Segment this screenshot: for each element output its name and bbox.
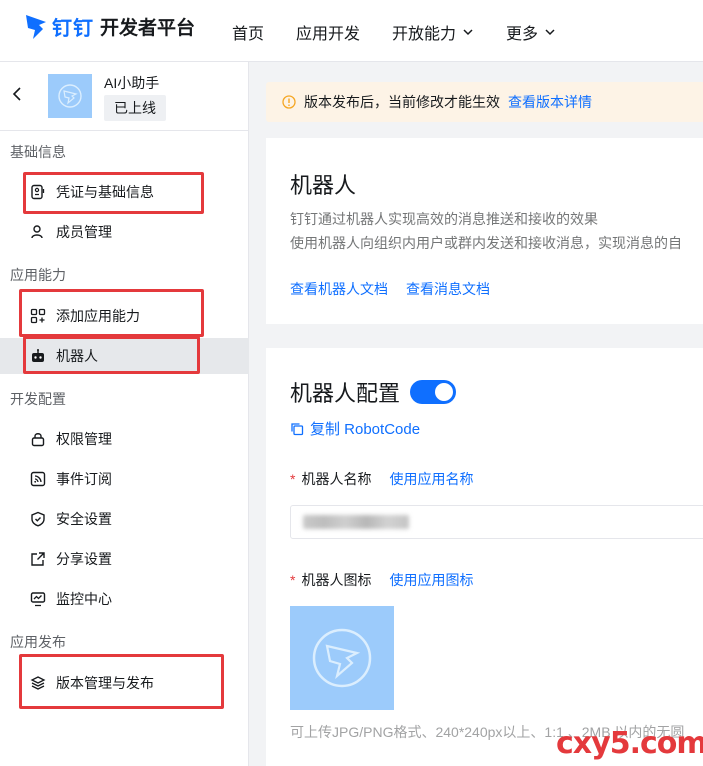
app-name: AI小助手	[104, 75, 160, 91]
copy-icon	[291, 422, 304, 435]
required-mark: *	[290, 471, 296, 487]
brand-name: 钉钉	[52, 18, 94, 40]
dingtalk-app-icon	[312, 628, 372, 688]
chevron-down-icon	[463, 29, 473, 36]
sidebar-item-label: 监控中心	[56, 591, 112, 607]
status-badge: 已上线	[104, 95, 166, 121]
chevron-down-icon	[545, 29, 555, 36]
robot-enable-toggle[interactable]	[410, 380, 457, 404]
robot-icon-upload[interactable]	[290, 606, 394, 710]
sidebar-item-versions[interactable]: 版本管理与发布	[0, 665, 249, 701]
view-version-link[interactable]: 查看版本详情	[508, 92, 592, 112]
sidebar-item-label: 机器人	[56, 348, 98, 364]
config-title-row: 机器人配置	[290, 376, 457, 408]
info-warning-icon	[282, 95, 296, 109]
required-mark: *	[290, 572, 296, 588]
nav-home[interactable]: 首页	[232, 20, 264, 44]
copy-label: 复制 RobotCode	[310, 421, 421, 438]
section-title: 机器人	[290, 173, 357, 198]
sidebar-item-monitor[interactable]: 监控中心	[0, 581, 249, 617]
robot-icon	[32, 349, 44, 362]
robot-docs-link[interactable]: 查看机器人文档	[290, 279, 388, 299]
blurred-value	[303, 515, 409, 529]
nav-app-dev[interactable]: 应用开发	[296, 20, 360, 44]
main-content: 版本发布后，当前修改才能生效 查看版本详情 机器人 钉钉通过机器人实现高效的消息…	[250, 62, 703, 766]
group-title-publish: 应用发布	[10, 634, 66, 650]
sidebar-item-security[interactable]: 安全设置	[0, 501, 249, 537]
shield-icon	[31, 511, 45, 527]
apps-add-icon	[30, 308, 46, 324]
doc-links: 查看机器人文档 查看消息文档	[290, 279, 490, 299]
sidebar-item-label: 添加应用能力	[56, 308, 140, 324]
robot-name-input[interactable]	[290, 505, 703, 539]
sidebar-item-permissions[interactable]: 权限管理	[0, 421, 249, 457]
message-docs-link[interactable]: 查看消息文档	[406, 279, 490, 299]
sidebar-item-label: 凭证与基础信息	[56, 184, 154, 200]
robot-icon-label-row: * 机器人图标 使用应用图标	[290, 570, 473, 590]
robot-config-card: 机器人配置 复制 RobotCode * 机器人名称 使用应用名称 * 机器人图…	[266, 348, 703, 766]
use-app-icon-link[interactable]: 使用应用图标	[389, 570, 473, 590]
rss-icon	[30, 471, 46, 487]
config-title: 机器人配置	[290, 381, 401, 406]
nav-open-capabilities[interactable]: 开放能力	[392, 20, 474, 44]
notice-text: 版本发布后，当前修改才能生效	[304, 94, 500, 110]
sidebar-item-share[interactable]: 分享设置	[0, 541, 249, 577]
robot-name-label-row: * 机器人名称 使用应用名称	[290, 469, 473, 489]
sidebar-item-events[interactable]: 事件订阅	[0, 461, 249, 497]
sidebar-item-credentials[interactable]: 凭证与基础信息	[0, 174, 249, 210]
sidebar-item-members[interactable]: 成员管理	[0, 214, 249, 250]
sidebar-item-label: 成员管理	[56, 224, 112, 240]
group-title-dev-config: 开发配置	[10, 391, 66, 407]
sidebar-item-add-capability[interactable]: 添加应用能力	[0, 298, 249, 334]
sidebar-item-label: 事件订阅	[56, 471, 112, 487]
copy-robotcode-button[interactable]: 复制 RobotCode	[290, 418, 420, 439]
sidebar-item-label: 安全设置	[56, 511, 112, 527]
use-app-name-link[interactable]: 使用应用名称	[389, 469, 473, 489]
layers-icon	[30, 676, 46, 690]
group-title-capabilities: 应用能力	[10, 267, 66, 283]
sidebar-item-label: 版本管理与发布	[56, 675, 154, 691]
nav-more[interactable]: 更多	[506, 20, 556, 44]
back-arrow-icon[interactable]	[10, 86, 24, 102]
robot-description-1: 钉钉通过机器人实现高效的消息推送和接收的效果	[290, 211, 598, 227]
logo[interactable]: 钉钉 开发者平台	[24, 12, 195, 41]
robot-intro-card: 机器人 钉钉通过机器人实现高效的消息推送和接收的效果 使用机器人向组织内用户或群…	[266, 138, 703, 324]
watermark: cxy5.com	[556, 726, 703, 761]
monitor-icon	[30, 592, 46, 607]
share-icon	[31, 552, 45, 566]
lock-icon	[31, 433, 45, 447]
top-bar: 钉钉 开发者平台 首页 应用开发 开放能力 更多	[0, 0, 703, 62]
sidebar-item-robot[interactable]: 机器人	[0, 338, 249, 374]
credential-icon	[31, 184, 45, 200]
robot-icon-label: 机器人图标	[301, 572, 372, 588]
dingtalk-app-icon	[58, 84, 82, 108]
platform-title: 开发者平台	[100, 18, 196, 39]
app-avatar	[48, 74, 92, 118]
dingtalk-logo-icon	[26, 14, 46, 39]
group-title-basic: 基础信息	[10, 144, 66, 160]
user-icon	[31, 225, 43, 239]
app-header: AI小助手 已上线	[0, 62, 249, 131]
sidebar-item-label: 分享设置	[56, 551, 112, 567]
robot-description-2: 使用机器人向组织内用户或群内发送和接收消息，实现消息的自	[290, 235, 682, 251]
sidebar-item-label: 权限管理	[56, 431, 112, 447]
robot-name-label: 机器人名称	[301, 471, 372, 487]
notice-banner: 版本发布后，当前修改才能生效 查看版本详情	[266, 82, 703, 122]
top-nav: 首页 应用开发 开放能力 更多	[232, 20, 556, 44]
sidebar: AI小助手 已上线 基础信息 凭证与基础信息 成员管理 应用能力 添加应用能力 …	[0, 62, 249, 766]
